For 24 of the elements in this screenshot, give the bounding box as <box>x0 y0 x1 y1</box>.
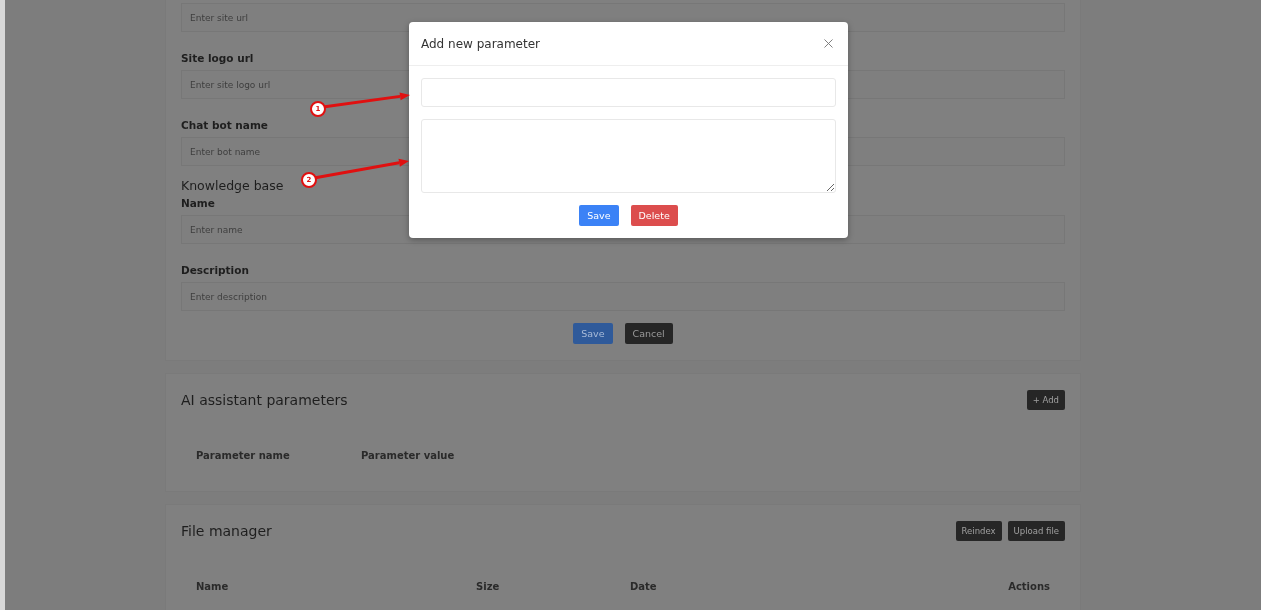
column-header: Parameter name <box>196 450 291 461</box>
cancel-button[interactable]: Cancel <box>624 323 673 344</box>
column-header: Parameter value <box>361 450 456 461</box>
section-heading: Knowledge base <box>181 178 284 193</box>
column-header: Date <box>630 581 658 592</box>
delete-button[interactable]: Delete <box>630 205 678 226</box>
save-button[interactable]: Save <box>573 323 613 344</box>
field-label: Description <box>181 264 250 276</box>
column-header: Actions <box>1007 581 1050 592</box>
action-button[interactable]: Upload file <box>1007 521 1065 541</box>
column-header: Size <box>476 581 501 592</box>
field-label: Name <box>181 197 216 209</box>
field-label: Site logo url <box>181 52 255 64</box>
field-label: Chat bot name <box>181 119 269 131</box>
text-field[interactable]: Enter description <box>181 282 1065 311</box>
dialog-title: Add new parameter <box>421 36 540 51</box>
section-title: AI assistant parameters <box>181 392 348 408</box>
action-button[interactable]: + Add <box>1026 390 1065 410</box>
close-icon[interactable] <box>821 36 836 51</box>
action-button[interactable]: Reindex <box>955 521 1002 541</box>
save-button[interactable]: Save <box>579 205 619 226</box>
section-title: File manager <box>181 523 272 539</box>
value-textarea[interactable] <box>421 119 836 193</box>
column-header: Name <box>196 581 230 592</box>
